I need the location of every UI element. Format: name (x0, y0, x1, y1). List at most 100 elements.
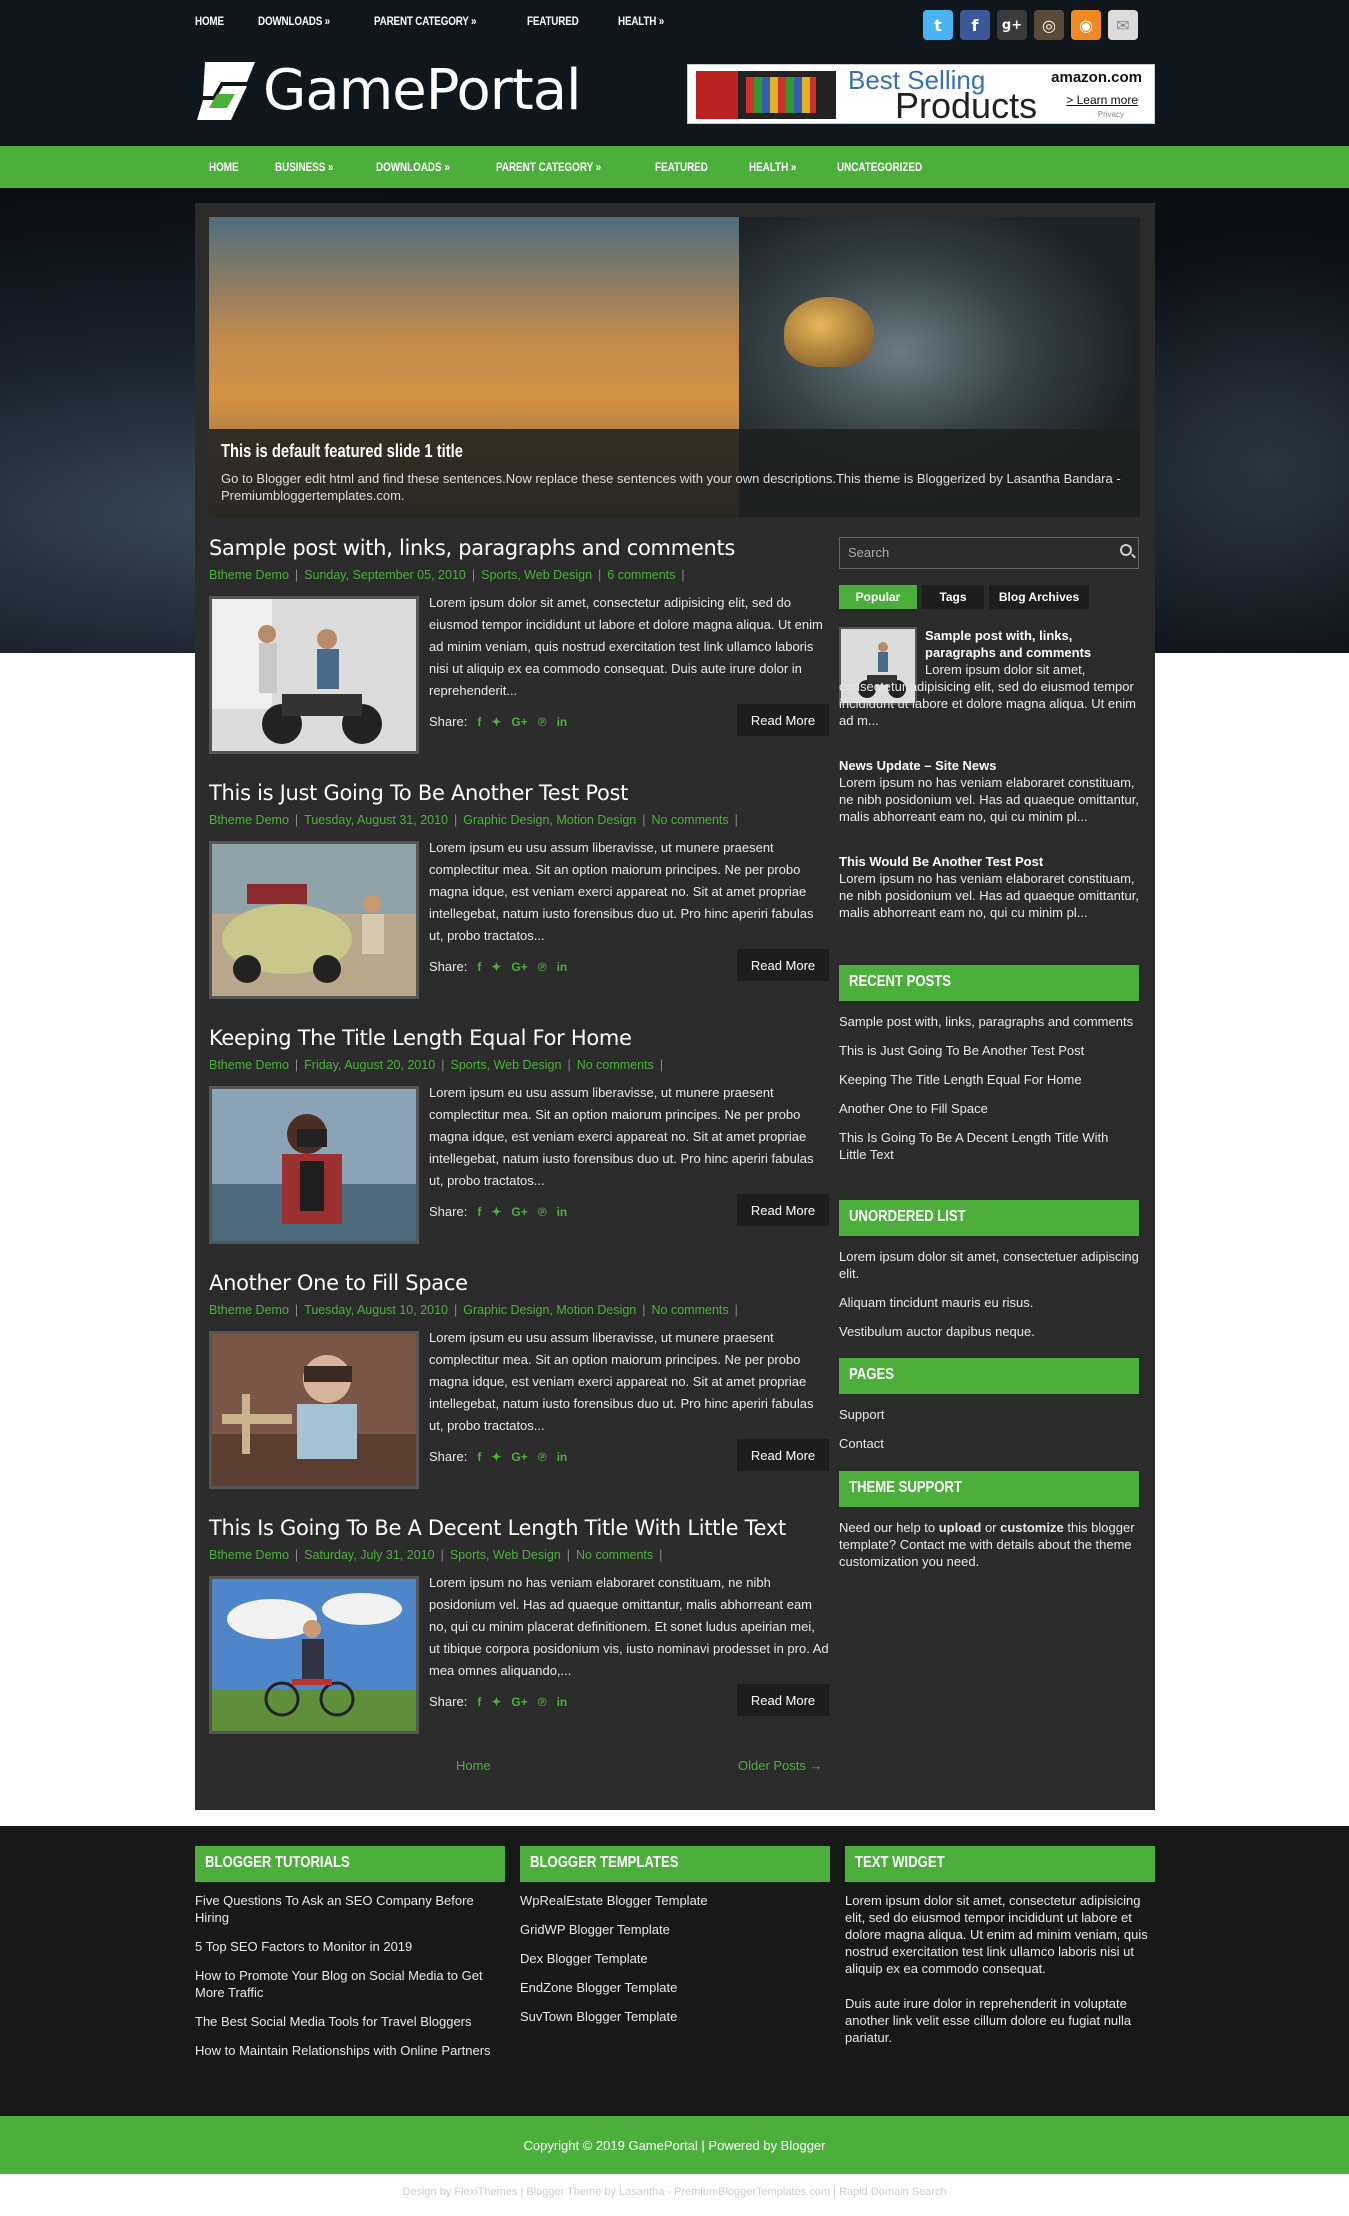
main-nav-health[interactable]: HEALTH » (749, 160, 796, 174)
post-title[interactable]: Keeping The Title Length Equal For Home (209, 1026, 829, 1050)
post-labels[interactable]: Sports, Web Design (481, 568, 592, 582)
page-link-contact[interactable]: Contact (839, 1435, 1139, 1452)
post-thumbnail[interactable] (209, 841, 419, 999)
post-date[interactable]: Friday, August 20, 2010 (304, 1058, 435, 1072)
post-title[interactable]: This Is Going To Be A Decent Length Titl… (209, 1516, 829, 1540)
site-logo[interactable]: GamePortal (195, 58, 582, 123)
linkedin-icon[interactable]: in (557, 960, 568, 974)
twitter-icon[interactable]: ✦ (491, 1450, 501, 1464)
post-comments[interactable]: No comments (652, 813, 729, 827)
popular-post-title[interactable]: This Would Be Another Test Post (839, 854, 1043, 869)
pinterest-icon[interactable]: ℗ (538, 960, 547, 974)
google-plus-icon[interactable]: g+ (997, 10, 1027, 40)
footer-link[interactable]: EndZone Blogger Template (520, 1979, 830, 1996)
pinterest-icon[interactable]: ℗ (538, 1695, 547, 1709)
recent-post-link[interactable]: This Is Going To Be A Decent Length Titl… (839, 1129, 1139, 1163)
footer-link[interactable]: 5 Top SEO Factors to Monitor in 2019 (195, 1938, 505, 1955)
mail-icon[interactable]: ✉ (1108, 10, 1138, 40)
post-author[interactable]: Btheme Demo (209, 568, 289, 582)
twitter-icon[interactable]: ✦ (491, 715, 501, 729)
footer-link[interactable]: WpRealEstate Blogger Template (520, 1892, 830, 1909)
post-comments[interactable]: No comments (576, 1548, 653, 1562)
post-comments[interactable]: 6 comments (607, 568, 675, 582)
featured-slider[interactable]: This is default featured slide 1 title G… (209, 217, 1140, 517)
post-author[interactable]: Btheme Demo (209, 1058, 289, 1072)
read-more-button[interactable]: Read More (737, 1684, 829, 1716)
twitter-icon[interactable]: ✦ (491, 1695, 501, 1709)
footer-link[interactable]: GridWP Blogger Template (520, 1921, 830, 1938)
linkedin-icon[interactable]: in (557, 715, 568, 729)
recent-post-link[interactable]: Sample post with, links, paragraphs and … (839, 1013, 1139, 1030)
google-plus-icon[interactable]: G+ (511, 1205, 527, 1219)
twitter-icon[interactable]: t (923, 10, 953, 40)
footer-link[interactable]: How to Maintain Relationships with Onlin… (195, 2042, 505, 2059)
search-input[interactable]: Search (839, 537, 1139, 569)
linkedin-icon[interactable]: in (557, 1695, 568, 1709)
linkedin-icon[interactable]: in (557, 1205, 568, 1219)
pinterest-icon[interactable]: ℗ (538, 1450, 547, 1464)
post-author[interactable]: Btheme Demo (209, 1303, 289, 1317)
post-date[interactable]: Tuesday, August 31, 2010 (304, 813, 448, 827)
ad-privacy-link[interactable]: Privacy (1098, 110, 1124, 119)
facebook-icon[interactable]: f (477, 1695, 481, 1709)
facebook-icon[interactable]: f (960, 10, 990, 40)
main-nav-home[interactable]: HOME (209, 160, 239, 174)
post-date[interactable]: Tuesday, August 10, 2010 (304, 1303, 448, 1317)
facebook-icon[interactable]: f (477, 1205, 481, 1219)
post-author[interactable]: Btheme Demo (209, 813, 289, 827)
main-nav-business[interactable]: BUSINESS » (275, 160, 334, 174)
pinterest-icon[interactable]: ℗ (538, 1205, 547, 1219)
post-comments[interactable]: No comments (577, 1058, 654, 1072)
customize-link[interactable]: customize (1000, 1520, 1064, 1535)
post-thumbnail[interactable] (209, 1086, 419, 1244)
google-plus-icon[interactable]: G+ (511, 1695, 527, 1709)
post-labels[interactable]: Sports, Web Design (451, 1058, 562, 1072)
facebook-icon[interactable]: f (477, 960, 481, 974)
post-comments[interactable]: No comments (652, 1303, 729, 1317)
pinterest-icon[interactable]: ℗ (538, 715, 547, 729)
main-nav-uncategorized[interactable]: UNCATEGORIZED (837, 160, 922, 174)
top-nav-downloads[interactable]: DOWNLOADS » (258, 14, 330, 28)
popular-post-title[interactable]: News Update – Site News (839, 758, 997, 773)
upload-link[interactable]: upload (939, 1520, 982, 1535)
pager-home-link[interactable]: Home (456, 1758, 491, 1773)
search-icon[interactable] (1120, 544, 1132, 556)
popular-post-title[interactable]: Sample post with, links, paragraphs and … (925, 628, 1091, 660)
recent-post-link[interactable]: This is Just Going To Be Another Test Po… (839, 1042, 1139, 1059)
footer-link[interactable]: The Best Social Media Tools for Travel B… (195, 2013, 505, 2030)
post-thumbnail[interactable] (209, 1576, 419, 1734)
twitter-icon[interactable]: ✦ (491, 1205, 501, 1219)
google-plus-icon[interactable]: G+ (511, 960, 527, 974)
post-title[interactable]: Sample post with, links, paragraphs and … (209, 536, 829, 560)
tab-tags[interactable]: Tags (922, 585, 984, 609)
main-nav-parent-category[interactable]: PARENT CATEGORY » (496, 160, 601, 174)
post-title[interactable]: This is Just Going To Be Another Test Po… (209, 781, 829, 805)
facebook-icon[interactable]: f (477, 715, 481, 729)
top-nav-featured[interactable]: FEATURED (527, 14, 579, 28)
instagram-icon[interactable]: ◎ (1034, 10, 1064, 40)
recent-post-link[interactable]: Keeping The Title Length Equal For Home (839, 1071, 1139, 1088)
tab-popular[interactable]: Popular (839, 585, 917, 609)
linkedin-icon[interactable]: in (557, 1450, 568, 1464)
top-nav-parent-category[interactable]: PARENT CATEGORY » (374, 14, 477, 28)
read-more-button[interactable]: Read More (737, 1439, 829, 1471)
read-more-button[interactable]: Read More (737, 704, 829, 736)
post-date[interactable]: Sunday, September 05, 2010 (304, 568, 466, 582)
top-nav-health[interactable]: HEALTH » (618, 14, 664, 28)
twitter-icon[interactable]: ✦ (491, 960, 501, 974)
post-labels[interactable]: Graphic Design, Motion Design (463, 1303, 636, 1317)
post-labels[interactable]: Graphic Design, Motion Design (463, 813, 636, 827)
post-labels[interactable]: Sports, Web Design (450, 1548, 561, 1562)
footer-link[interactable]: Five Questions To Ask an SEO Company Bef… (195, 1892, 505, 1926)
google-plus-icon[interactable]: G+ (511, 715, 527, 729)
recent-post-link[interactable]: Another One to Fill Space (839, 1100, 1139, 1117)
read-more-button[interactable]: Read More (737, 1194, 829, 1226)
pager-older-posts-link[interactable]: Older Posts → (738, 1758, 823, 1773)
page-link-support[interactable]: Support (839, 1406, 1139, 1423)
post-thumbnail[interactable] (209, 596, 419, 754)
amazon-ad-banner[interactable]: Best Selling Products amazon.com > Learn… (687, 64, 1155, 124)
read-more-button[interactable]: Read More (737, 949, 829, 981)
rss-icon[interactable]: ◉ (1071, 10, 1101, 40)
post-title[interactable]: Another One to Fill Space (209, 1271, 829, 1295)
footer-link[interactable]: How to Promote Your Blog on Social Media… (195, 1967, 505, 2001)
